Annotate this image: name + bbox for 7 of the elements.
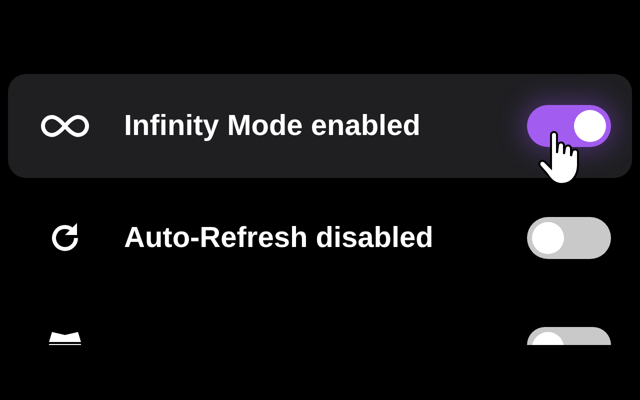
toggle-switch[interactable]: [527, 105, 611, 147]
setting-label: Infinity Mode enabled: [124, 110, 422, 142]
toggle-switch[interactable]: [527, 327, 611, 345]
toggle-switch[interactable]: [527, 217, 611, 259]
infinity-icon: [40, 113, 90, 139]
setting-label: Auto-Refresh disabled: [124, 222, 434, 254]
bucket-icon: [48, 330, 82, 345]
